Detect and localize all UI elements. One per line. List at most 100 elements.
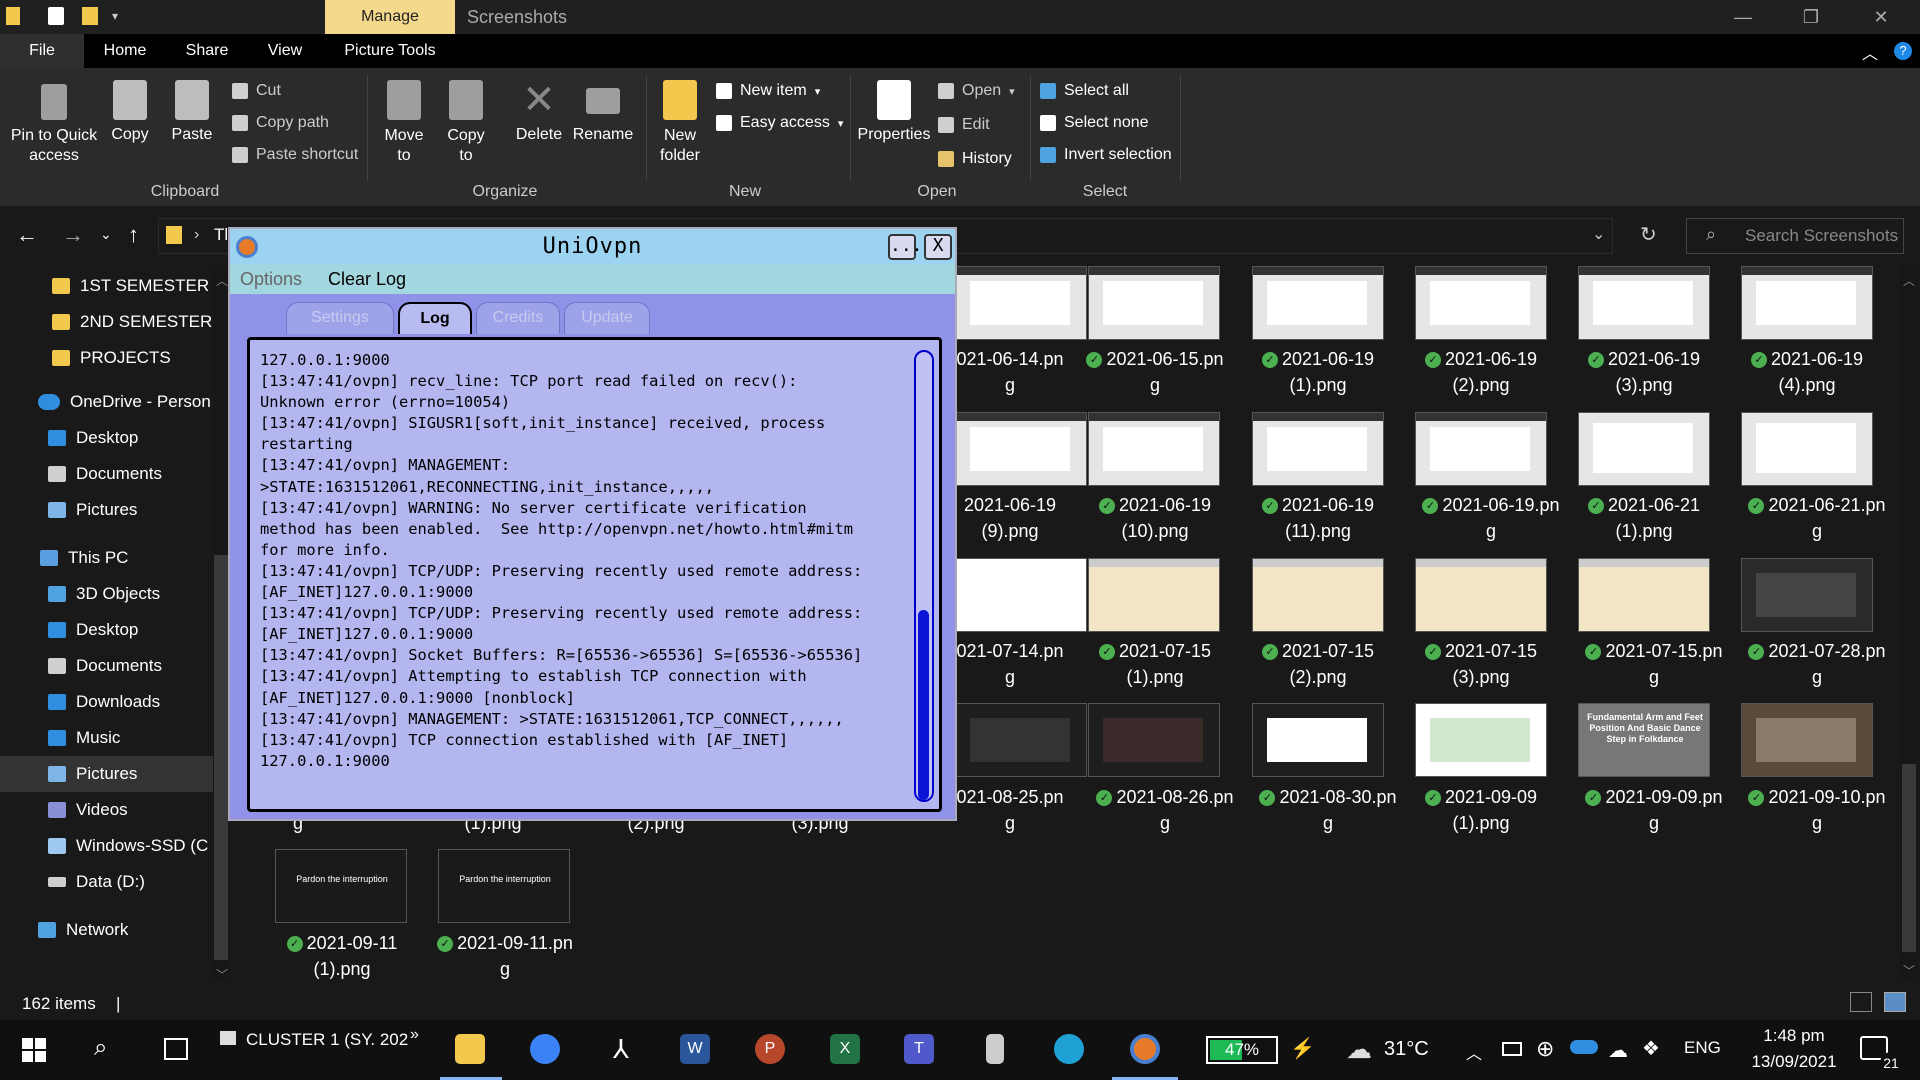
nav-item-network[interactable]: Network <box>0 912 215 948</box>
file-name[interactable]: ✓ 2021-06-19 (2).png <box>1401 346 1561 398</box>
search-icon[interactable]: ⌕ <box>94 1034 107 1062</box>
scroll-up-icon[interactable]: ︿ <box>216 272 228 289</box>
temperature[interactable]: 31°C <box>1384 1038 1429 1061</box>
file-name[interactable]: ✓ 2021-06-19 (3).png <box>1564 346 1724 398</box>
rename-button[interactable]: Rename <box>572 80 634 144</box>
minimize-button[interactable]: ... <box>888 234 923 260</box>
file-name[interactable]: ✓ 2021-09-09.pn g <box>1574 784 1734 836</box>
scroll-down-icon[interactable]: ﹀ <box>1903 962 1915 979</box>
nav-item-desktop[interactable]: Desktop <box>0 420 215 456</box>
adobe-acrobat-icon[interactable]: ⅄ <box>606 1034 636 1064</box>
file-name[interactable]: ✓ 2021-08-30.pn g <box>1248 784 1408 836</box>
file-thumbnail[interactable] <box>955 266 1087 340</box>
file-name[interactable]: ✓ 2021-07-15 (1).png <box>1075 638 1235 690</box>
history-button[interactable]: History <box>938 150 1012 168</box>
tab-file[interactable]: File <box>0 34 84 68</box>
file-name[interactable]: ✓ 2021-06-19 (10).png <box>1075 492 1235 544</box>
nav-item-onedrive[interactable]: OneDrive - Person <box>0 384 215 420</box>
teams-icon[interactable]: T <box>904 1034 934 1064</box>
taskbar-cluster-label[interactable]: CLUSTER 1 (SY. 202 <box>246 1030 408 1050</box>
globe-icon[interactable]: ⊕ <box>1536 1036 1554 1062</box>
file-thumbnail[interactable] <box>1088 412 1220 486</box>
file-name[interactable]: ✓ 2021-07-15 (3).png <box>1401 638 1561 690</box>
tab-home[interactable]: Home <box>90 34 160 68</box>
menu-clear-log[interactable]: Clear Log <box>328 264 406 294</box>
edge-icon[interactable] <box>1054 1034 1084 1064</box>
file-thumbnail[interactable] <box>1252 266 1384 340</box>
new-folder-button[interactable]: New folder <box>655 80 705 166</box>
open-button[interactable]: Open ▾ <box>938 82 1015 100</box>
nav-scrollbar-thumb[interactable] <box>214 555 228 960</box>
nav-item-3d-objects[interactable]: 3D Objects <box>0 576 215 612</box>
easy-access-button[interactable]: Easy access ▾ <box>716 114 843 132</box>
windows-start-icon[interactable] <box>22 1038 46 1062</box>
nav-item-downloads[interactable]: Downloads <box>0 684 215 720</box>
battery-tray-icon[interactable] <box>1502 1042 1522 1056</box>
file-thumbnail[interactable] <box>1415 412 1547 486</box>
nav-item-this-pc[interactable]: This PC <box>0 540 215 576</box>
log-scrollbar-thumb[interactable] <box>918 610 929 800</box>
overflow-chevron-icon[interactable]: » <box>410 1026 419 1044</box>
search-input[interactable]: Search Screenshots <box>1686 218 1904 254</box>
file-name[interactable]: ✓ 2021-06-21 (1).png <box>1564 492 1724 544</box>
tab-update[interactable]: Update <box>564 302 650 334</box>
file-thumbnail[interactable] <box>1088 266 1220 340</box>
file-thumbnail[interactable] <box>1578 412 1710 486</box>
nav-item-1st-semester[interactable]: 1ST SEMESTER <box>0 268 215 304</box>
file-thumbnail[interactable] <box>1741 412 1873 486</box>
recent-locations-icon[interactable]: ⌄ <box>100 226 112 243</box>
nav-item-documents[interactable]: Documents <box>0 456 215 492</box>
file-thumbnail[interactable] <box>1252 703 1384 777</box>
file-name[interactable]: ✓ 2021-09-09 (1).png <box>1401 784 1561 836</box>
file-thumbnail[interactable] <box>1415 703 1547 777</box>
select-all-button[interactable]: Select all <box>1040 82 1129 100</box>
file-thumbnail[interactable] <box>1578 558 1710 632</box>
file-name[interactable]: ✓ 2021-09-11 (1).png <box>262 930 422 982</box>
file-name[interactable]: ✓ 2021-06-19 (4).png <box>1727 346 1887 398</box>
close-icon[interactable]: ✕ <box>1852 0 1910 34</box>
up-arrow-icon[interactable]: ↑ <box>128 222 139 248</box>
file-thumbnail[interactable] <box>1252 558 1384 632</box>
new-item-button[interactable]: New item ▾ <box>716 82 820 100</box>
file-name[interactable]: ✓ 2021-06-15.pn g <box>1075 346 1235 398</box>
file-thumbnail[interactable] <box>1415 558 1547 632</box>
details-view-icon[interactable] <box>1850 992 1872 1012</box>
edit-button[interactable]: Edit <box>938 116 990 134</box>
paste-button[interactable]: Paste <box>170 80 214 144</box>
file-name[interactable]: ✓ 2021-08-26.pn g <box>1085 784 1245 836</box>
copy-path-button[interactable]: Copy path <box>232 114 329 132</box>
file-name[interactable]: ✓ 2021-06-21.pn g <box>1737 492 1897 544</box>
file-thumbnail[interactable] <box>1741 266 1873 340</box>
file-name[interactable]: ✓ 2021-09-11.pn g <box>425 930 585 982</box>
tab-share[interactable]: Share <box>172 34 242 68</box>
log-text[interactable]: 127.0.0.1:9000 [13:47:41/ovpn] recv_line:… <box>260 350 912 802</box>
menu-options[interactable]: Options <box>240 264 302 294</box>
file-name[interactable]: ✓ 2021-07-28.pn g <box>1737 638 1897 690</box>
file-thumbnail[interactable] <box>955 558 1087 632</box>
back-arrow-icon[interactable]: ← <box>16 222 38 248</box>
scroll-down-icon[interactable]: ﹀ <box>216 966 228 983</box>
cloud-tray-icon[interactable]: ☁ <box>1608 1038 1628 1063</box>
dropbox-icon[interactable]: ❖ <box>1642 1036 1660 1061</box>
nav-item-desktop-pc[interactable]: Desktop <box>0 612 215 648</box>
file-explorer-icon[interactable] <box>455 1034 485 1064</box>
copy-button[interactable]: Copy <box>108 80 152 144</box>
nav-item-pictures-pc[interactable]: Pictures <box>0 756 215 792</box>
onedrive-tray-icon[interactable] <box>1570 1040 1598 1054</box>
file-thumbnail[interactable] <box>955 703 1087 777</box>
file-thumbnail[interactable] <box>1088 558 1220 632</box>
tab-settings[interactable]: Settings <box>286 302 394 334</box>
file-thumbnail[interactable] <box>955 412 1087 486</box>
word-icon[interactable]: W <box>680 1034 710 1064</box>
openvpn-gui-icon[interactable] <box>530 1034 560 1064</box>
nav-item-2nd-semester[interactable]: 2ND SEMESTER <box>0 304 215 340</box>
forward-arrow-icon[interactable]: → <box>62 222 84 248</box>
tab-credits[interactable]: Credits <box>476 302 560 334</box>
nav-item-documents-pc[interactable]: Documents <box>0 648 215 684</box>
tab-manage[interactable]: Manage <box>325 0 455 34</box>
tab-view[interactable]: View <box>250 34 320 68</box>
pin-quick-access-button[interactable]: Pin to Quick access <box>6 84 102 166</box>
refresh-icon[interactable]: ↻ <box>1640 222 1657 247</box>
file-name[interactable]: ✓ 2021-09-10.pn g <box>1737 784 1897 836</box>
scroll-up-icon[interactable]: ︿ <box>1903 272 1915 289</box>
